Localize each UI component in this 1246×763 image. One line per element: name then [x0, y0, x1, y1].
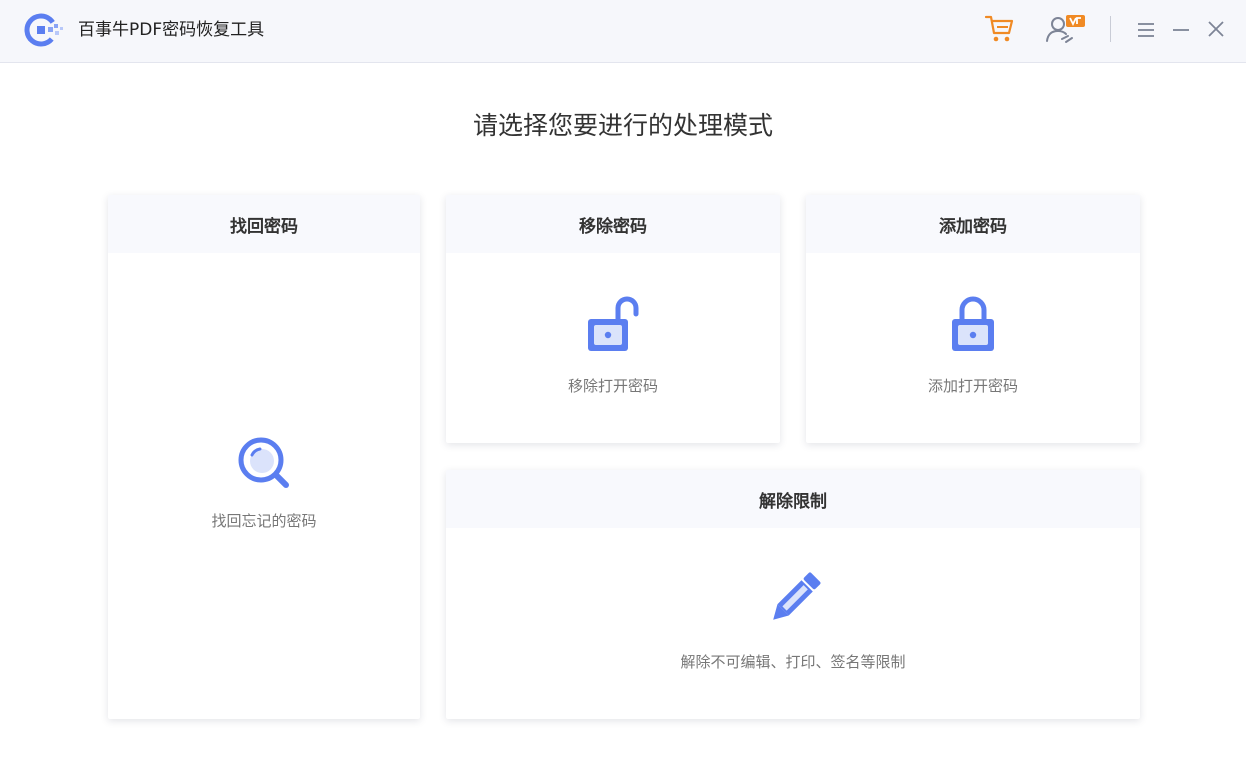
locked-padlock-icon — [952, 296, 994, 351]
recover-password-card[interactable]: 找回密码 找回忘记的密码 — [108, 195, 420, 719]
card-description: 移除打开密码 — [567, 377, 658, 395]
card-description: 找回忘记的密码 — [211, 512, 317, 530]
close-icon[interactable] — [1206, 19, 1226, 39]
card-title: 添加密码 — [806, 195, 1140, 253]
magnifier-icon — [238, 437, 289, 488]
card-title: 解除限制 — [446, 470, 1140, 528]
menu-icon[interactable] — [1137, 20, 1155, 40]
remove-restrictions-card[interactable]: 解除限制 解除不可编辑、打印、签名等限制 — [446, 470, 1140, 719]
card-description: 添加打开密码 — [927, 377, 1018, 395]
card-description: 解除不可编辑、打印、签名等限制 — [680, 653, 906, 671]
titlebar-separator — [1110, 16, 1111, 42]
page-heading: 请选择您要进行的处理模式 — [472, 111, 773, 140]
card-title: 找回密码 — [108, 195, 420, 253]
pencil-icon — [773, 572, 821, 620]
remove-password-card[interactable]: 移除密码 移除打开密码 — [446, 195, 780, 443]
app-logo-icon — [24, 13, 63, 47]
shopping-cart-icon[interactable] — [984, 12, 1014, 44]
app-title: 百事牛PDF密码恢复工具 — [78, 20, 265, 40]
card-title: 移除密码 — [446, 195, 780, 253]
unlocked-padlock-icon — [588, 296, 639, 351]
title-bar: 百事牛PDF密码恢复工具 — [0, 0, 1246, 63]
minimize-icon[interactable] — [1172, 20, 1190, 40]
add-password-card[interactable]: 添加密码 添加打开密码 — [806, 195, 1140, 443]
user-vip-icon[interactable] — [1044, 12, 1088, 46]
